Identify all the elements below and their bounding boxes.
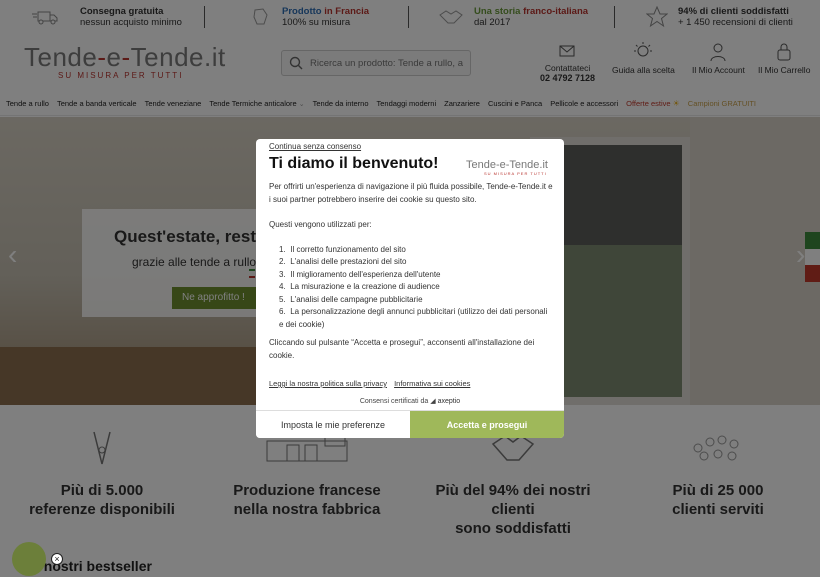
modal-title: Ti diamo il benvenuto! xyxy=(269,155,439,172)
purpose-2: L'analisi delle prestazioni del sito xyxy=(290,257,407,266)
list-item: 6. La personalizzazione degli annunci pu… xyxy=(279,307,548,329)
purpose-4: La misurazione e la creazione di audienc… xyxy=(290,282,440,291)
purpose-3: Il miglioramento dell'esperienza dell'ut… xyxy=(290,269,441,279)
modal-body: Per offrirti un'esperienza di navigazion… xyxy=(269,181,553,375)
modal-logo-tagline: SU MISURA PER TUTTI xyxy=(484,171,547,176)
list-item: 2. L'analisi delle prestazioni del sito xyxy=(279,257,407,266)
cookie-consent-modal: Continua senza consenso Ti diamo il benv… xyxy=(256,139,564,438)
certifier-name: axeptio xyxy=(437,398,461,405)
cookie-policy-link[interactable]: Informativa sui cookies xyxy=(394,379,470,388)
modal-accept-note: Cliccando sul pulsante “Accetta e proseg… xyxy=(269,338,535,360)
modal-links: Leggi la nostra politica sulla privacy I… xyxy=(269,379,475,388)
privacy-policy-link[interactable]: Leggi la nostra politica sulla privacy xyxy=(269,379,387,388)
purpose-list: 1. Il corretto funzionamento del sito 2.… xyxy=(279,244,553,332)
consent-certification: Consensi certificati da ◢ axeptio xyxy=(256,397,564,405)
modal-buttons: Imposta le mie preferenze Accetta e pros… xyxy=(256,410,564,438)
continue-without-consent-link[interactable]: Continua senza consenso xyxy=(269,142,361,151)
purpose-1: Il corretto funzionamento del sito xyxy=(290,244,406,254)
modal-logo: Tende-e-Tende.it SU MISURA PER TUTTI xyxy=(466,159,548,176)
accept-and-continue-button[interactable]: Accetta e prosegui xyxy=(410,411,564,438)
list-item: 1. Il corretto funzionamento del sito xyxy=(279,244,406,254)
chat-widget-icon[interactable] xyxy=(12,542,46,576)
modal-logo-text: Tende-e-Tende.it xyxy=(466,159,548,171)
list-item: 3. Il miglioramento dell'esperienza dell… xyxy=(279,269,441,279)
purpose-6: La personalizzazione degli annunci pubbl… xyxy=(279,307,548,329)
modal-intro: Per offrirti un'esperienza di navigazion… xyxy=(269,182,553,204)
axeptio-logo-icon: ◢ xyxy=(430,398,436,405)
modal-used-for: Questi vengono utilizzati per: xyxy=(269,219,372,229)
certified-label: Consensi certificati da xyxy=(359,398,429,405)
list-item: 5. L'analisi delle campagne pubblicitari… xyxy=(279,294,423,304)
list-item: 4. La misurazione e la creazione di audi… xyxy=(279,282,440,291)
purpose-5: L'analisi delle campagne pubblicitarie xyxy=(290,294,423,304)
close-icon[interactable]: × xyxy=(51,553,63,565)
set-preferences-button[interactable]: Imposta le mie preferenze xyxy=(256,411,410,438)
